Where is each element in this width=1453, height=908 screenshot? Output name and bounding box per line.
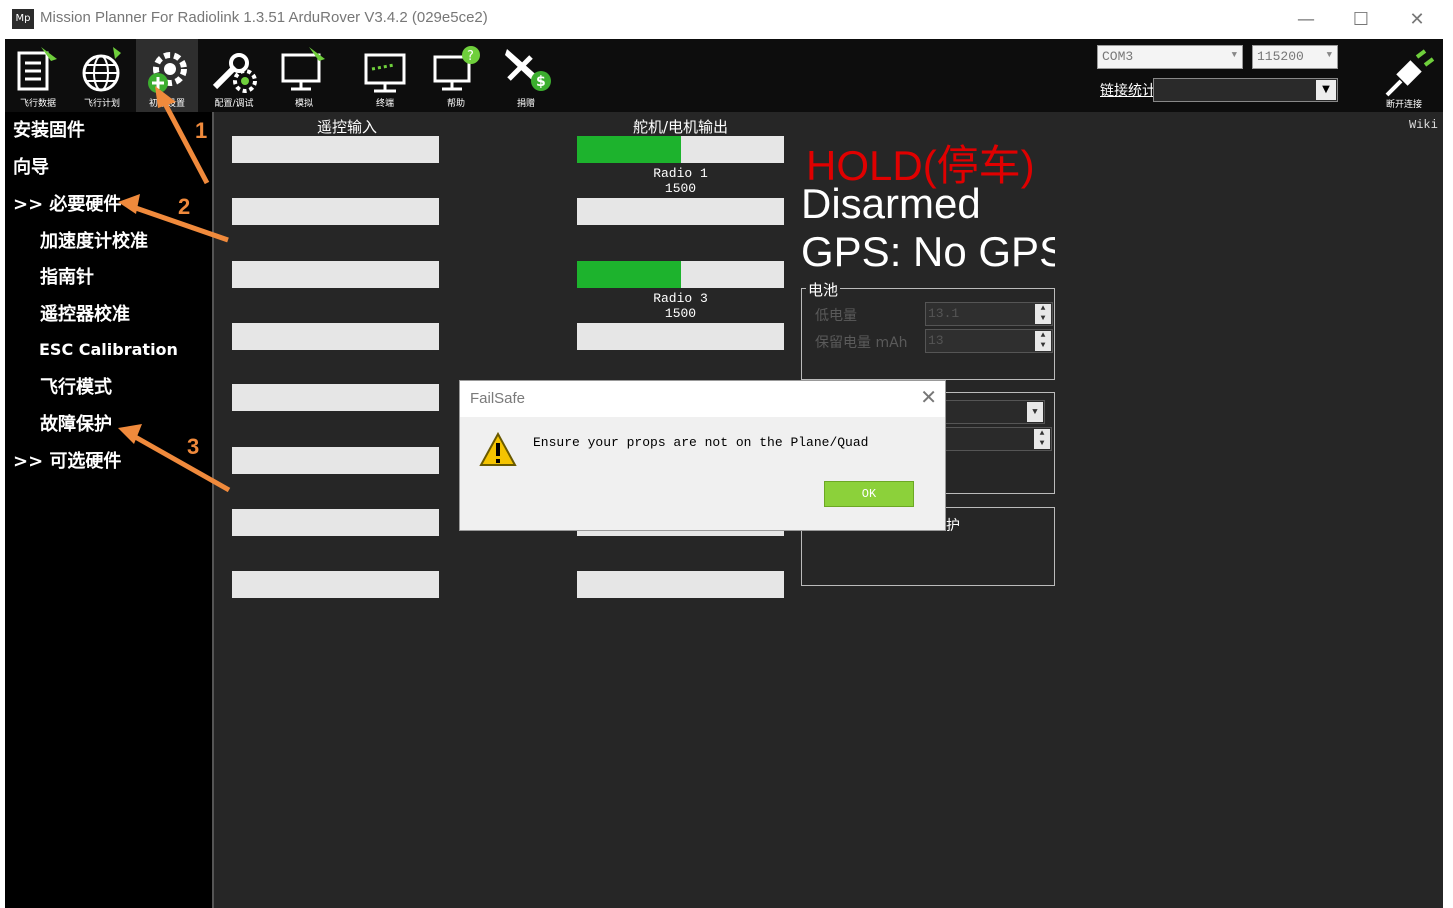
- callout-number-2: 2: [178, 194, 191, 219]
- arrowhead-2-icon: [118, 194, 140, 214]
- arrowhead-1-icon: [155, 86, 176, 108]
- callout-number-1: 1: [195, 118, 208, 143]
- callout-arrow-3: [128, 431, 231, 493]
- callout-number-3: 3: [187, 434, 200, 459]
- annotation-arrows: [118, 86, 231, 493]
